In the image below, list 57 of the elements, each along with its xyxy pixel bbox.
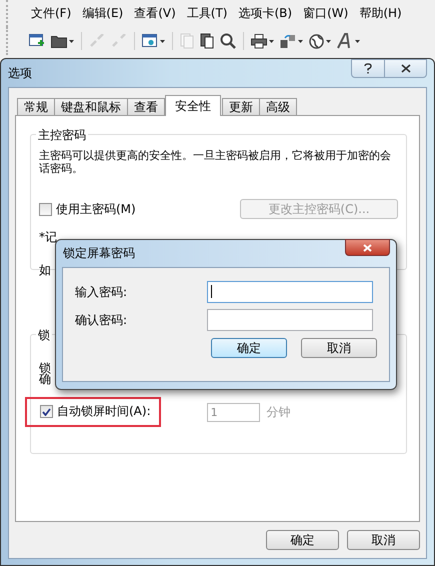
caret-icon[interactable] [160, 40, 165, 42]
tab[interactable]: 安全性 [165, 95, 221, 116]
description-text: 如 [39, 262, 51, 279]
note-text: *记 [39, 229, 57, 246]
description-text: 确 [39, 374, 51, 385]
tab[interactable]: 键盘和鼠标 [54, 98, 128, 116]
group-title: 锁 [36, 327, 52, 344]
minutes-field[interactable]: 1 [206, 402, 260, 422]
description-text: 主密码可以提供更高的安全性。一旦主密码被启用，它将被用于加密的会话密码。 [39, 149, 392, 175]
dialog-button[interactable]: 取消 [301, 338, 377, 358]
folder-icon[interactable] [51, 34, 67, 48]
transfer-icon[interactable] [280, 34, 296, 48]
group-title: 主控密码 [36, 127, 88, 144]
dialog-title: 锁定屏幕密码 [63, 245, 135, 262]
settings-icon[interactable] [142, 34, 158, 48]
password-field[interactable] [207, 281, 373, 303]
tab[interactable]: 高级 [259, 98, 297, 116]
dialog-button[interactable]: 确定 [266, 530, 339, 550]
close-button[interactable] [345, 239, 390, 256]
tab[interactable]: 常规 [17, 98, 55, 116]
dialog-button[interactable]: 取消 [347, 530, 420, 550]
caret-icon[interactable] [298, 40, 303, 42]
window-title: 选项 [8, 64, 32, 82]
close-icon [363, 244, 372, 252]
unit-label: 分钟 [266, 404, 291, 420]
menu-item[interactable]: 编辑(E) [79, 5, 126, 22]
password-field[interactable] [207, 309, 373, 331]
checkbox[interactable] [40, 405, 53, 418]
search-icon[interactable] [220, 33, 236, 49]
dialog-button[interactable]: 确定 [211, 338, 287, 358]
caret-icon[interactable] [326, 40, 331, 42]
new-window-icon[interactable] [29, 34, 45, 48]
paste-icon[interactable] [200, 33, 214, 49]
menu-item[interactable]: 文件(F) [28, 5, 74, 22]
tab[interactable]: 更新 [222, 98, 260, 116]
menu-item[interactable]: 窗口(W) [300, 5, 352, 22]
help-icon [364, 63, 372, 74]
caret-icon[interactable] [355, 40, 360, 42]
menu-item[interactable]: 查看(V) [131, 5, 179, 22]
font-style-icon[interactable] [337, 33, 353, 49]
menu-item[interactable]: 选项卡(B) [236, 5, 296, 22]
menu-item[interactable]: 帮助(H) [356, 5, 405, 22]
printer-icon[interactable] [251, 34, 267, 48]
close-icon [400, 64, 410, 73]
checkbox-label[interactable]: 使用主密码(M) [56, 200, 136, 218]
globe-icon[interactable] [309, 34, 324, 48]
close-button[interactable] [385, 59, 427, 78]
menu-item[interactable]: 工具(T) [184, 5, 230, 22]
caret-icon[interactable] [69, 40, 74, 42]
field-label: 确认密码: [75, 312, 128, 328]
checkbox[interactable] [39, 202, 52, 216]
checkbox-label[interactable]: 自动锁屏时间(A): [57, 403, 151, 420]
help-button[interactable] [351, 59, 385, 78]
field-label: 输入密码: [75, 284, 128, 300]
description-text: 锁 [39, 363, 51, 374]
tab[interactable]: 查看 [127, 98, 165, 116]
caret-icon[interactable] [269, 40, 274, 42]
